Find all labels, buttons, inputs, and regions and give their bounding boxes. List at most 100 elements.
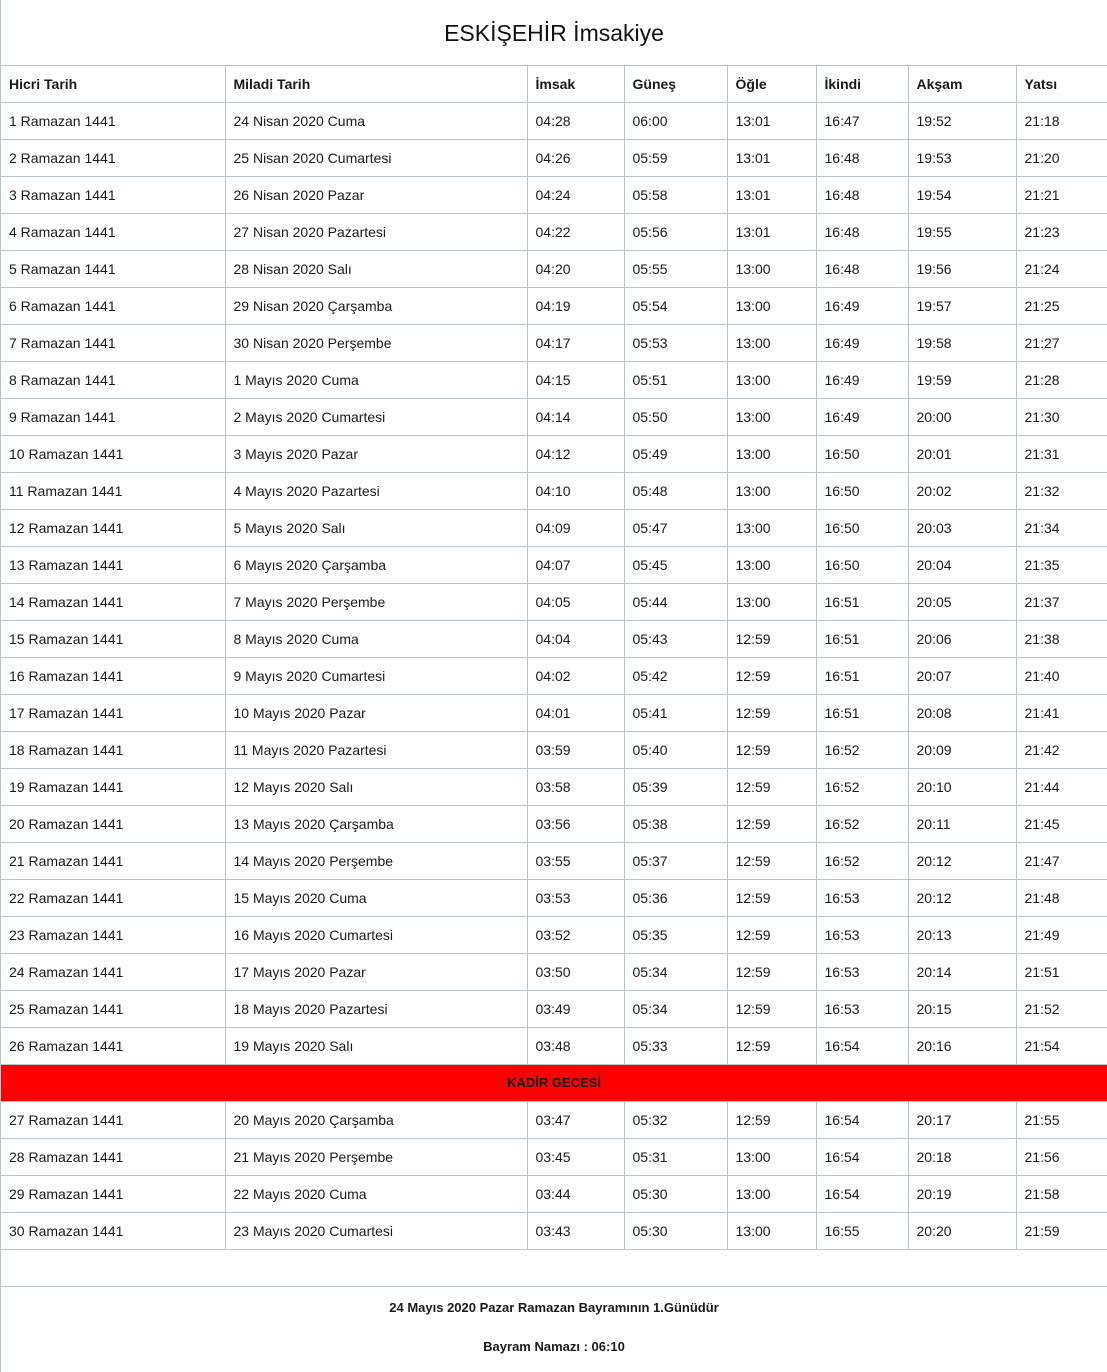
imsak-cell: 03:44 bbox=[527, 1175, 625, 1213]
ikindi-cell: 16:53 bbox=[816, 916, 909, 954]
hicri-date-cell: 14 Ramazan 1441 bbox=[1, 583, 226, 621]
imsak-cell: 04:15 bbox=[527, 361, 625, 399]
gunes-cell: 05:42 bbox=[624, 657, 728, 695]
hicri-date-cell: 5 Ramazan 1441 bbox=[1, 250, 226, 288]
aksam-cell: 20:05 bbox=[908, 583, 1017, 621]
ogle-cell: 12:59 bbox=[727, 842, 817, 880]
miladi-date-cell: 11 Mayıs 2020 Pazartesi bbox=[225, 731, 528, 769]
gunes-cell: 05:56 bbox=[624, 213, 728, 251]
imsak-cell: 03:47 bbox=[527, 1101, 625, 1139]
miladi-date-cell: 12 Mayıs 2020 Salı bbox=[225, 768, 528, 806]
ogle-cell: 12:59 bbox=[727, 1101, 817, 1139]
aksam-cell: 19:56 bbox=[908, 250, 1017, 288]
ogle-cell: 13:00 bbox=[727, 250, 817, 288]
yatsi-cell: 21:40 bbox=[1016, 657, 1107, 695]
ikindi-cell: 16:52 bbox=[816, 842, 909, 880]
yatsi-cell: 21:24 bbox=[1016, 250, 1107, 288]
imsak-cell: 03:52 bbox=[527, 916, 625, 954]
hicri-date-cell: 21 Ramazan 1441 bbox=[1, 842, 226, 880]
table-row: 29 Ramazan 1441 22 Mayıs 2020 Cuma 03:44 05… bbox=[1, 1175, 1107, 1213]
hicri-date-cell: 13 Ramazan 1441 bbox=[1, 546, 226, 584]
yatsi-cell: 21:28 bbox=[1016, 361, 1107, 399]
ogle-cell: 12:59 bbox=[727, 657, 817, 695]
table-spacer bbox=[1, 1250, 1107, 1287]
ogle-cell: 12:59 bbox=[727, 620, 817, 658]
ogle-cell: 12:59 bbox=[727, 805, 817, 843]
ikindi-cell: 16:48 bbox=[816, 250, 909, 288]
ogle-cell: 12:59 bbox=[727, 879, 817, 917]
aksam-cell: 20:17 bbox=[908, 1101, 1017, 1139]
table-row: 17 Ramazan 1441 10 Mayıs 2020 Pazar 04:01 0… bbox=[1, 694, 1107, 732]
yatsi-cell: 21:38 bbox=[1016, 620, 1107, 658]
table-row: 15 Ramazan 1441 8 Mayıs 2020 Cuma 04:04 05:… bbox=[1, 620, 1107, 658]
ogle-cell: 13:01 bbox=[727, 213, 817, 251]
table-row: 28 Ramazan 1441 21 Mayıs 2020 Perşembe 03:… bbox=[1, 1138, 1107, 1176]
imsak-cell: 04:28 bbox=[527, 102, 625, 140]
header-yatsi: Yatsı bbox=[1016, 66, 1107, 103]
ogle-cell: 13:00 bbox=[727, 1175, 817, 1213]
imsak-cell: 04:14 bbox=[527, 398, 625, 436]
miladi-date-cell: 23 Mayıs 2020 Cumartesi bbox=[225, 1212, 528, 1250]
header-hicri: Hicri Tarih bbox=[1, 66, 226, 103]
imsak-cell: 04:07 bbox=[527, 546, 625, 584]
ikindi-cell: 16:55 bbox=[816, 1212, 909, 1250]
miladi-date-cell: 1 Mayıs 2020 Cuma bbox=[225, 361, 528, 399]
aksam-cell: 20:10 bbox=[908, 768, 1017, 806]
miladi-date-cell: 20 Mayıs 2020 Çarşamba bbox=[225, 1101, 528, 1139]
ogle-cell: 13:00 bbox=[727, 324, 817, 362]
yatsi-cell: 21:51 bbox=[1016, 953, 1107, 991]
ogle-cell: 13:00 bbox=[727, 1212, 817, 1250]
gunes-cell: 05:48 bbox=[624, 472, 728, 510]
miladi-date-cell: 3 Mayıs 2020 Pazar bbox=[225, 435, 528, 473]
hicri-date-cell: 10 Ramazan 1441 bbox=[1, 435, 226, 473]
header-gunes: Güneş bbox=[624, 66, 728, 103]
ikindi-cell: 16:50 bbox=[816, 546, 909, 584]
hicri-date-cell: 16 Ramazan 1441 bbox=[1, 657, 226, 695]
aksam-cell: 20:03 bbox=[908, 509, 1017, 547]
imsak-cell: 03:58 bbox=[527, 768, 625, 806]
gunes-cell: 05:54 bbox=[624, 287, 728, 325]
ogle-cell: 13:00 bbox=[727, 509, 817, 547]
miladi-date-cell: 22 Mayıs 2020 Cuma bbox=[225, 1175, 528, 1213]
aksam-cell: 20:06 bbox=[908, 620, 1017, 658]
aksam-cell: 19:55 bbox=[908, 213, 1017, 251]
table-row: 2 Ramazan 1441 25 Nisan 2020 Cumartesi 04:… bbox=[1, 139, 1107, 177]
yatsi-cell: 21:45 bbox=[1016, 805, 1107, 843]
yatsi-cell: 21:56 bbox=[1016, 1138, 1107, 1176]
table-row: 6 Ramazan 1441 29 Nisan 2020 Çarşamba 04:1… bbox=[1, 287, 1107, 325]
table-row: 18 Ramazan 1441 11 Mayıs 2020 Pazartesi 03… bbox=[1, 731, 1107, 769]
aksam-cell: 20:12 bbox=[908, 879, 1017, 917]
yatsi-cell: 21:27 bbox=[1016, 324, 1107, 362]
kadir-gecesi-label: KADİR GECESİ bbox=[1, 1064, 1107, 1102]
gunes-cell: 06:00 bbox=[624, 102, 728, 140]
imsak-cell: 04:02 bbox=[527, 657, 625, 695]
kadir-section: KADİR GECESİ bbox=[1, 1064, 1107, 1102]
table-row: 4 Ramazan 1441 27 Nisan 2020 Pazartesi 04:… bbox=[1, 213, 1107, 251]
ikindi-cell: 16:50 bbox=[816, 509, 909, 547]
ikindi-cell: 16:53 bbox=[816, 879, 909, 917]
gunes-cell: 05:47 bbox=[624, 509, 728, 547]
table-row: 1 Ramazan 1441 24 Nisan 2020 Cuma 04:28 06:… bbox=[1, 102, 1107, 140]
table-row: 13 Ramazan 1441 6 Mayıs 2020 Çarşamba 04:0… bbox=[1, 546, 1107, 584]
imsak-cell: 04:04 bbox=[527, 620, 625, 658]
yatsi-cell: 21:18 bbox=[1016, 102, 1107, 140]
ogle-cell: 12:59 bbox=[727, 916, 817, 954]
imsak-cell: 03:45 bbox=[527, 1138, 625, 1176]
gunes-cell: 05:41 bbox=[624, 694, 728, 732]
yatsi-cell: 21:49 bbox=[1016, 916, 1107, 954]
table-header-row: Hicri Tarih Miladi Tarih İmsak Güneş Öğl… bbox=[1, 66, 1107, 103]
aksam-cell: 20:12 bbox=[908, 842, 1017, 880]
yatsi-cell: 21:44 bbox=[1016, 768, 1107, 806]
gunes-cell: 05:44 bbox=[624, 583, 728, 621]
gunes-cell: 05:51 bbox=[624, 361, 728, 399]
imsak-cell: 04:20 bbox=[527, 250, 625, 288]
yatsi-cell: 21:23 bbox=[1016, 213, 1107, 251]
hicri-date-cell: 30 Ramazan 1441 bbox=[1, 1212, 226, 1250]
ikindi-cell: 16:49 bbox=[816, 287, 909, 325]
miladi-date-cell: 15 Mayıs 2020 Cuma bbox=[225, 879, 528, 917]
miladi-date-cell: 29 Nisan 2020 Çarşamba bbox=[225, 287, 528, 325]
miladi-date-cell: 5 Mayıs 2020 Salı bbox=[225, 509, 528, 547]
ikindi-cell: 16:52 bbox=[816, 768, 909, 806]
miladi-date-cell: 21 Mayıs 2020 Perşembe bbox=[225, 1138, 528, 1176]
table-row: 19 Ramazan 1441 12 Mayıs 2020 Salı 03:58 05… bbox=[1, 768, 1107, 806]
